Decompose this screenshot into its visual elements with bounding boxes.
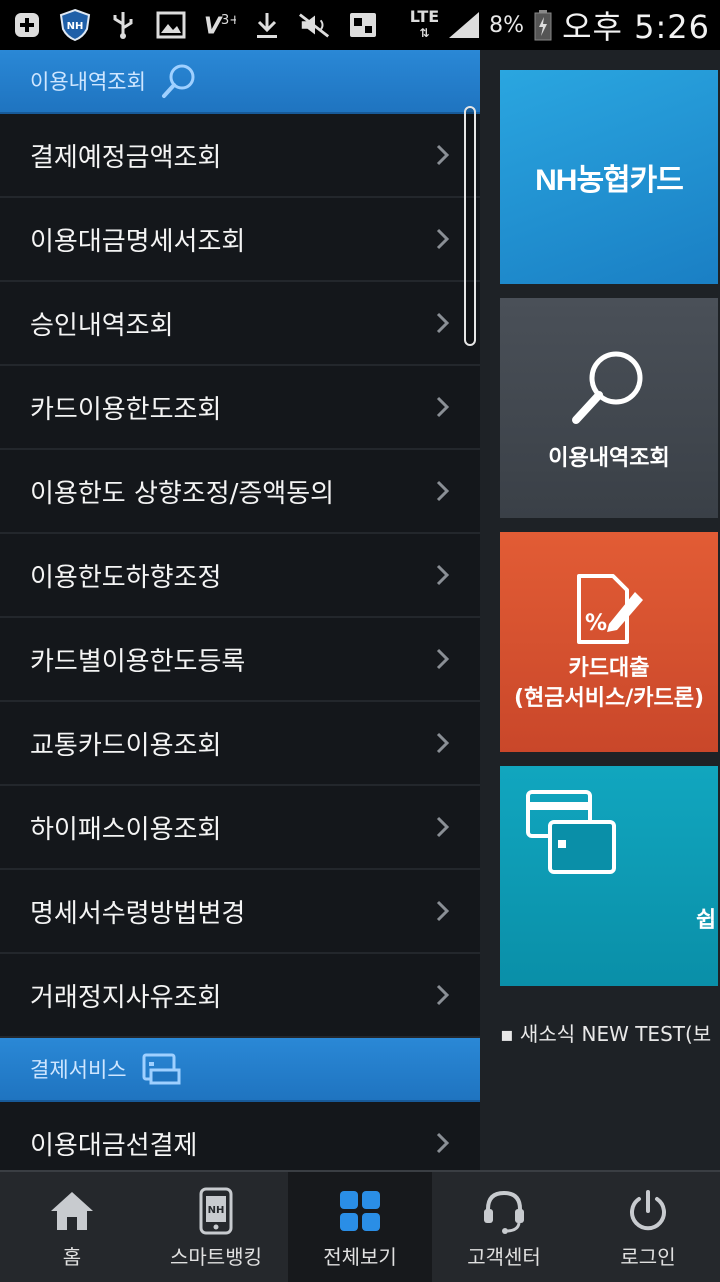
- section-header-payment[interactable]: 결제서비스: [0, 1038, 480, 1102]
- loan-percent: %: [585, 611, 607, 636]
- cards-icon: [524, 788, 620, 884]
- card-tile[interactable]: 쉽: [500, 766, 718, 986]
- chevron-right-icon: [434, 479, 452, 503]
- payment-icon: [141, 1052, 181, 1086]
- nh-shield-icon: NH: [58, 8, 92, 42]
- menu-item-limit-increase[interactable]: 이용한도 상향조정/증액동의: [0, 450, 480, 534]
- menu-item-approval-history[interactable]: 승인내역조회: [0, 282, 480, 366]
- side-menu: 이용내역조회 결제예정금액조회 이용대금명세서조회 승인내역조회 카드이용한도조…: [0, 50, 480, 1170]
- home-tiles: NH농협카드 이용내역조회 % 카드대출 (현금서비스/카드론) 쉽 ▪ 새소식…: [480, 50, 720, 1170]
- nav-login[interactable]: 로그인: [576, 1172, 720, 1282]
- usb-icon: [106, 8, 140, 42]
- chevron-right-icon: [434, 647, 452, 671]
- battery-percent: 8%: [489, 12, 525, 38]
- tile-label-line1: 카드대출: [568, 656, 650, 681]
- menu-item-transit-card[interactable]: 교통카드이용조회: [0, 702, 480, 786]
- menu-item-statement[interactable]: 이용대금명세서조회: [0, 198, 480, 282]
- status-bar: NH V3+ LTE ⇅ 8% 오후 5:26: [0, 0, 720, 50]
- bottom-nav: 홈 NH 스마트뱅킹 전체보기 고객센터 로그인: [0, 1170, 720, 1282]
- chevron-right-icon: [434, 563, 452, 587]
- headset-icon: [480, 1185, 528, 1237]
- chevron-right-icon: [434, 1131, 452, 1155]
- menu-item-limit-decrease[interactable]: 이용한도하향조정: [0, 534, 480, 618]
- screenshot-icon: [346, 8, 380, 42]
- magnifier-icon: [564, 342, 654, 436]
- chevron-right-icon: [434, 395, 452, 419]
- menu-item-per-card-limit[interactable]: 카드별이용한도등록: [0, 618, 480, 702]
- menu-item-statement-delivery[interactable]: 명세서수령방법변경: [0, 870, 480, 954]
- tile-label-line2: (현금서비스/카드론): [513, 686, 705, 711]
- clock: 오후 5:26: [562, 8, 710, 46]
- search-icon: [160, 62, 198, 100]
- chevron-right-icon: [434, 815, 452, 839]
- power-icon: [626, 1185, 670, 1237]
- network-type: LTE ⇅: [409, 7, 440, 41]
- gallery-icon: [154, 8, 188, 42]
- chevron-right-icon: [434, 983, 452, 1007]
- battery-icon: [532, 8, 554, 42]
- nh-card-tile[interactable]: NH농협카드: [500, 70, 718, 284]
- chevron-right-icon: [434, 311, 452, 335]
- smartphone-icon: NH: [198, 1185, 234, 1237]
- section-label: 이용내역조회: [30, 70, 146, 94]
- news-ticker[interactable]: ▪ 새소식 NEW TEST(보: [500, 1018, 711, 1047]
- nav-home[interactable]: 홈: [0, 1172, 144, 1282]
- document-edit-icon: %: [569, 570, 649, 654]
- nav-customer-center[interactable]: 고객센터: [432, 1172, 576, 1282]
- nav-view-all[interactable]: 전체보기: [288, 1172, 432, 1282]
- grid-icon: [338, 1185, 382, 1237]
- menu-item-card-limit[interactable]: 카드이용한도조회: [0, 366, 480, 450]
- nh-card-logo: NH농협카드: [535, 164, 684, 197]
- nh-phone-badge: NH: [208, 1205, 225, 1216]
- chevron-right-icon: [434, 143, 452, 167]
- menu-item-hipass[interactable]: 하이패스이용조회: [0, 786, 480, 870]
- home-icon: [48, 1185, 96, 1237]
- menu-item-payment-due[interactable]: 결제예정금액조회: [0, 114, 480, 198]
- section-header-usage[interactable]: 이용내역조회: [0, 50, 480, 114]
- nav-smart-banking[interactable]: NH 스마트뱅킹: [144, 1172, 288, 1282]
- nh-badge-text: NH: [67, 21, 84, 32]
- menu-item-prepayment[interactable]: 이용대금선결제: [0, 1102, 480, 1170]
- card-loan-tile[interactable]: % 카드대출 (현금서비스/카드론): [500, 532, 718, 752]
- mute-icon: [298, 8, 332, 42]
- menu-scrollbar[interactable]: [464, 106, 476, 346]
- chevron-right-icon: [434, 731, 452, 755]
- tile-label: 이용내역조회: [548, 446, 670, 471]
- signal-icon: [447, 8, 481, 42]
- section-label: 결제서비스: [30, 1058, 127, 1082]
- menu-item-suspension-reason[interactable]: 거래정지사유조회: [0, 954, 480, 1038]
- download-icon: [250, 8, 284, 42]
- chevron-right-icon: [434, 227, 452, 251]
- v3-icon: V3+: [202, 8, 236, 42]
- tile-partial-label: 쉽: [696, 908, 717, 933]
- chevron-right-icon: [434, 899, 452, 923]
- svg-text:3+: 3+: [221, 13, 236, 28]
- usage-search-tile[interactable]: 이용내역조회: [500, 298, 718, 518]
- add-notification-icon: [10, 8, 44, 42]
